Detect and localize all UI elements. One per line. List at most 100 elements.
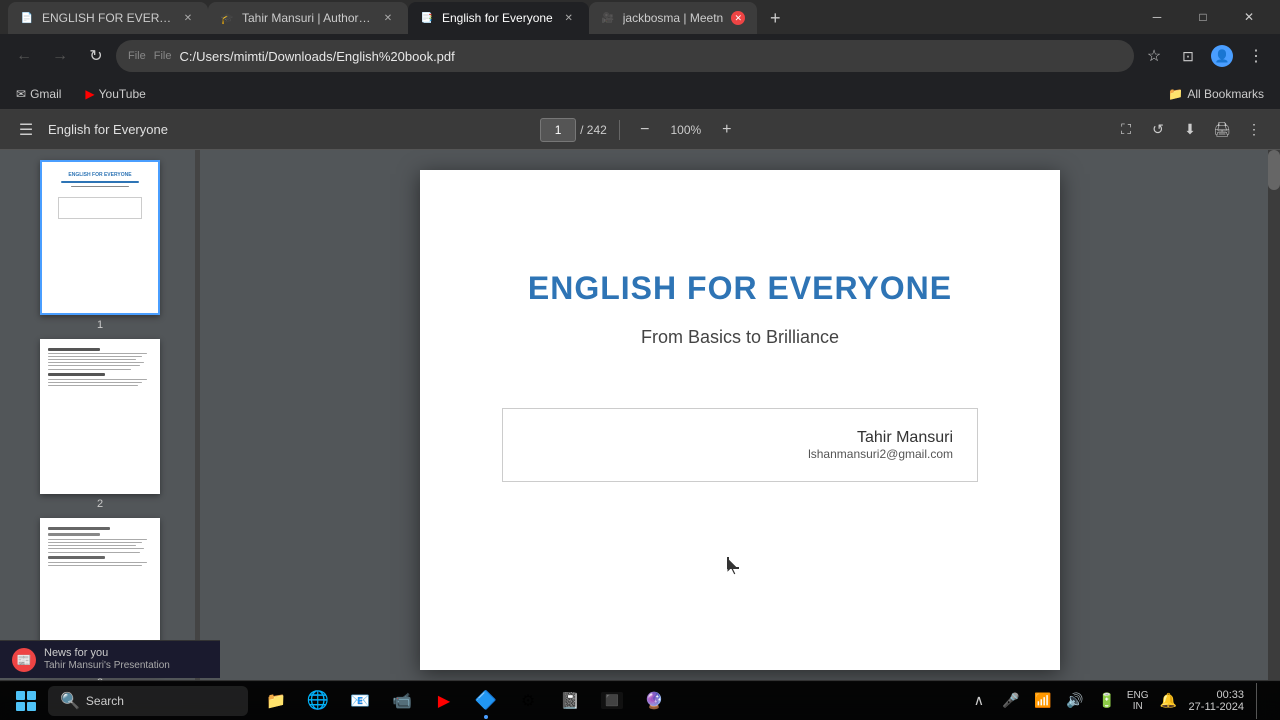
pdf-scrollbar[interactable]: [1268, 150, 1280, 682]
thumbnail-page-2[interactable]: 2: [40, 339, 160, 510]
title-bar: 📄 ENGLISH FOR EVERYONE From... ✕ 🎓 Tahir…: [0, 0, 1280, 34]
gmail-label: Gmail: [30, 87, 61, 101]
news-notification[interactable]: 📰 News for you Tahir Mansuri's Presentat…: [0, 640, 220, 678]
rotate-button[interactable]: ↺: [1144, 116, 1172, 144]
pdf-author-name: Tahir Mansuri: [857, 429, 953, 447]
windows-logo: [16, 691, 36, 711]
youtube-label: YouTube: [99, 87, 146, 101]
taskbar-app-mail[interactable]: 📧: [340, 681, 380, 720]
fit-page-button[interactable]: ⛶: [1112, 116, 1140, 144]
forward-button[interactable]: →: [44, 40, 76, 72]
taskbar-app-settings[interactable]: ⚙: [508, 681, 548, 720]
page-navigation: / 242: [540, 118, 607, 142]
taskbar-app-youtube[interactable]: ▶: [424, 681, 464, 720]
new-tab-button[interactable]: +: [761, 4, 789, 32]
taskbar-app-file-explorer[interactable]: 📁: [256, 681, 296, 720]
file-explorer-icon: 📁: [266, 691, 286, 711]
region-code: IN: [1133, 701, 1143, 712]
terminal-icon: ⬛: [601, 692, 623, 709]
tray-chevron[interactable]: ∧: [967, 689, 991, 713]
browser-icon: 🔷: [475, 690, 497, 711]
taskbar-search[interactable]: 🔍 Search: [48, 686, 248, 716]
address-bar[interactable]: File File C:/Users/mimti/Downloads/Engli…: [116, 40, 1134, 72]
pdf-main-area[interactable]: ENGLISH FOR EVERYONE From Basics to Bril…: [200, 150, 1280, 682]
download-button[interactable]: ⬇: [1176, 116, 1204, 144]
taskbar-app-browser[interactable]: 🔷: [466, 681, 506, 720]
taskbar-app-onenote[interactable]: 📓: [550, 681, 590, 720]
page-total-label: / 242: [580, 123, 607, 137]
thumb-preview-1: ENGLISH FOR EVERYONE: [40, 160, 160, 315]
pdf-main-subtitle: From Basics to Brilliance: [641, 327, 839, 348]
maximize-button[interactable]: □: [1180, 0, 1226, 34]
bookmark-youtube[interactable]: ▶ YouTube: [77, 85, 153, 103]
all-bookmarks-button[interactable]: 📁 All Bookmarks: [1160, 85, 1272, 103]
more-options-button[interactable]: ⋮: [1240, 40, 1272, 72]
profile-button[interactable]: 👤: [1206, 40, 1238, 72]
pdf-more-button[interactable]: ⋮: [1240, 116, 1268, 144]
tab3-favicon: 📑: [420, 11, 434, 25]
browser-tab-1[interactable]: 📄 ENGLISH FOR EVERYONE From... ✕: [8, 2, 208, 34]
thumbnail-sidebar[interactable]: ENGLISH FOR EVERYONE 1: [0, 150, 200, 682]
browser-tab-4[interactable]: 🎥 jackbosma | Meetn ✕: [589, 2, 758, 34]
minimize-button[interactable]: ─: [1134, 0, 1180, 34]
tab1-close[interactable]: ✕: [180, 10, 196, 26]
all-bookmarks-label: All Bookmarks: [1187, 87, 1264, 101]
thumb-preview-2: [40, 339, 160, 494]
clock[interactable]: 00:33 27-11-2024: [1189, 689, 1244, 713]
tab2-close[interactable]: ✕: [380, 10, 396, 26]
extensions-button[interactable]: ⊡: [1172, 40, 1204, 72]
taskbar-app-extra[interactable]: 🔮: [634, 681, 674, 720]
pdf-scrollbar-thumb[interactable]: [1268, 150, 1280, 190]
nav-actions: ☆ ⊡ 👤 ⋮: [1138, 40, 1272, 72]
zoom-in-button[interactable]: +: [714, 117, 740, 143]
thumb-num-1: 1: [97, 319, 103, 331]
tab4-favicon: 🎥: [601, 11, 615, 25]
tray-battery-icon[interactable]: 🔋: [1095, 689, 1119, 713]
tab3-close[interactable]: ✕: [561, 10, 577, 26]
tab4-close[interactable]: ✕: [731, 11, 745, 25]
pdf-author-email: lshanmansuri2@gmail.com: [808, 447, 953, 461]
tray-wifi-icon[interactable]: 📶: [1031, 689, 1055, 713]
zoom-out-button[interactable]: −: [632, 117, 658, 143]
tray-volume-icon[interactable]: 🔊: [1063, 689, 1087, 713]
browser-tab-3[interactable]: 📑 English for Everyone ✕: [408, 2, 589, 34]
tray-mic-icon[interactable]: 🎤: [999, 689, 1023, 713]
start-button[interactable]: [8, 683, 44, 719]
search-label: Search: [86, 694, 124, 708]
pdf-toolbar-right: ⛶ ↺ ⬇ 🖨 ⋮: [1112, 116, 1268, 144]
browser-tab-2[interactable]: 🎓 Tahir Mansuri | Author | Udemy ✕: [208, 2, 408, 34]
news-label: News for you: [44, 647, 170, 659]
protocol-icon: File: [128, 50, 146, 62]
bookmarks-folder-icon: 📁: [1168, 87, 1183, 101]
youtube-taskbar-icon: ▶: [438, 691, 450, 711]
pdf-toolbar-left: ☰ English for Everyone: [12, 116, 168, 144]
back-button[interactable]: ←: [8, 40, 40, 72]
extra-app-icon: 🔮: [644, 691, 664, 711]
close-button[interactable]: ✕: [1226, 0, 1272, 34]
print-button[interactable]: 🖨: [1208, 116, 1236, 144]
thumbnail-page-1[interactable]: ENGLISH FOR EVERYONE 1: [40, 160, 160, 331]
page-number-input[interactable]: [540, 118, 576, 142]
taskbar-app-terminal[interactable]: ⬛: [592, 681, 632, 720]
tab2-favicon: 🎓: [220, 11, 234, 25]
reload-button[interactable]: ↻: [80, 40, 112, 72]
bookmark-gmail[interactable]: ✉ Gmail: [8, 85, 69, 103]
taskbar-app-edge[interactable]: 🌐: [298, 681, 338, 720]
pdf-author-box: Tahir Mansuri lshanmansuri2@gmail.com: [502, 408, 978, 482]
bookmark-star[interactable]: ☆: [1138, 40, 1170, 72]
notification-icon[interactable]: 🔔: [1157, 689, 1181, 713]
mail-icon: 📧: [350, 691, 370, 711]
gmail-favicon: ✉: [16, 87, 26, 101]
language-code: ENG: [1127, 690, 1149, 701]
tab4-title: jackbosma | Meetn: [623, 11, 724, 25]
show-desktop-button[interactable]: [1256, 683, 1264, 719]
bookmarks-bar: ✉ Gmail ▶ YouTube 📁 All Bookmarks: [0, 78, 1280, 110]
url-text: C:/Users/mimti/Downloads/English%20book.…: [179, 49, 454, 64]
clock-time: 00:33: [1216, 689, 1244, 701]
pdf-menu-button[interactable]: ☰: [12, 116, 40, 144]
news-content: News for you Tahir Mansuri's Presentatio…: [44, 647, 170, 672]
navigation-bar: ← → ↻ File File C:/Users/mimti/Downloads…: [0, 34, 1280, 78]
taskbar-app-video[interactable]: 📹: [382, 681, 422, 720]
edge-icon: 🌐: [307, 690, 329, 711]
language-indicator[interactable]: ENG IN: [1127, 690, 1149, 712]
